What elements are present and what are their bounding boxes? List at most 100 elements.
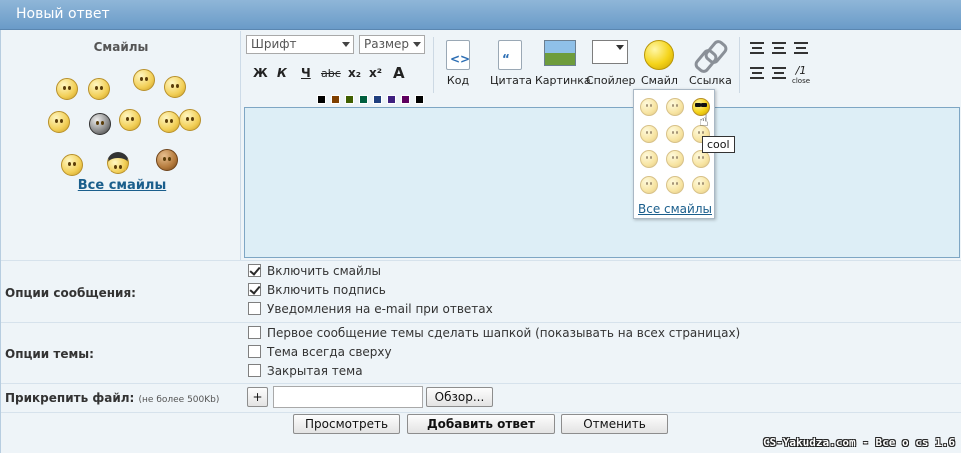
file-path-input[interactable] [273, 386, 423, 408]
font-select[interactable]: Шрифт [246, 35, 354, 54]
checkbox[interactable] [248, 364, 261, 377]
checkbox[interactable] [248, 345, 261, 358]
picture-button[interactable]: Картинка [535, 40, 591, 87]
chevron-down-icon [413, 42, 421, 47]
preview-button[interactable]: Просмотреть [293, 414, 400, 434]
color-swatch[interactable] [401, 95, 410, 104]
smiley-icon[interactable] [133, 69, 155, 91]
quote-button[interactable]: “ Цитата [490, 40, 532, 87]
smiley-icon[interactable] [88, 78, 110, 100]
smiley-icon[interactable] [640, 98, 658, 116]
code-icon: <> [446, 40, 470, 70]
message-textarea[interactable] [244, 107, 960, 258]
option-label: Уведомления на e-mail при ответах [267, 302, 493, 316]
page-title: Новый ответ [16, 6, 110, 22]
smiley-icon[interactable] [640, 150, 658, 168]
option-label: Тема всегда сверху [267, 345, 392, 359]
smiley-icon[interactable] [61, 154, 83, 176]
color-swatch[interactable] [387, 95, 396, 104]
smile-popup: Все смайлы [633, 89, 715, 219]
smile-label: Смайл [641, 74, 678, 87]
checkbox[interactable] [248, 264, 261, 277]
smiley-icon[interactable] [89, 113, 111, 135]
code-button[interactable]: <> Код [443, 40, 473, 87]
link-button[interactable]: Ссылка [689, 40, 732, 87]
color-swatch[interactable] [359, 95, 368, 104]
sticky-topic-option[interactable]: Тема всегда сверху [248, 345, 392, 359]
link-label: Ссылка [689, 74, 732, 87]
color-swatch[interactable] [317, 95, 326, 104]
picture-icon [544, 40, 576, 66]
color-swatch[interactable] [415, 95, 424, 104]
subscript-button[interactable]: x₂ [348, 66, 361, 80]
smiley-icon[interactable] [666, 98, 684, 116]
smiley-icon[interactable] [56, 78, 78, 100]
pin-first-post-option[interactable]: Первое сообщение темы сделать шапкой (по… [248, 326, 740, 340]
spoiler-button[interactable]: Спойлер [586, 40, 636, 87]
all-smiles-link[interactable]: Все смайлы [1, 178, 243, 193]
color-swatch[interactable] [331, 95, 340, 104]
indent-icon[interactable] [750, 67, 764, 79]
smiley-icon[interactable] [107, 152, 129, 174]
smiles-panel: Смайлы Все смайлы [1, 31, 241, 260]
smiley-icon[interactable] [640, 176, 658, 194]
page-header: Новый ответ [0, 0, 961, 30]
checkbox[interactable] [248, 283, 261, 296]
smiley-icon[interactable] [666, 176, 684, 194]
quote-label: Цитата [490, 74, 532, 87]
size-select-value: Размер [364, 37, 410, 51]
checkbox[interactable] [248, 302, 261, 315]
enable-smiles-option[interactable]: Включить смайлы [248, 264, 381, 278]
close-tags-label: close [792, 77, 811, 85]
smiley-icon[interactable] [666, 150, 684, 168]
italic-button[interactable]: К [277, 66, 287, 80]
smile-button[interactable]: Смайл [641, 40, 678, 87]
smiley-icon[interactable] [666, 125, 684, 143]
align-left-icon[interactable] [750, 42, 764, 54]
smiley-icon[interactable] [48, 111, 70, 133]
smiley-icon [644, 40, 674, 70]
bold-button[interactable]: Ж [253, 66, 268, 80]
smiley-icon[interactable] [692, 176, 710, 194]
size-select[interactable]: Размер [359, 35, 425, 54]
closed-topic-option[interactable]: Закрытая тема [248, 364, 363, 378]
smiley-icon[interactable] [164, 76, 186, 98]
chevron-down-icon [342, 42, 350, 47]
toolbar-divider [433, 37, 434, 93]
browse-button[interactable]: Обзор... [426, 387, 493, 407]
justify-icon[interactable] [772, 67, 786, 79]
topic-options-label: Опции темы: [5, 347, 94, 361]
smiley-icon[interactable] [156, 149, 178, 171]
cancel-button[interactable]: Отменить [561, 414, 668, 434]
quote-icon: “ [498, 40, 522, 70]
watermark: CS-Yakudza.com - Все о cs 1.6 [762, 436, 955, 449]
smiles-panel-title: Смайлы [93, 40, 149, 54]
spoiler-icon [592, 40, 628, 64]
superscript-button[interactable]: x² [369, 66, 382, 80]
add-file-button[interactable]: + [247, 387, 268, 407]
underline-button[interactable]: Ч [301, 66, 311, 80]
align-center-icon[interactable] [772, 42, 786, 54]
picture-label: Картинка [535, 74, 591, 87]
option-label: Первое сообщение темы сделать шапкой (по… [267, 326, 741, 340]
color-swatch[interactable] [345, 95, 354, 104]
email-notify-option[interactable]: Уведомления на e-mail при ответах [248, 302, 493, 316]
attach-hint: (не более 500Kb) [138, 395, 220, 405]
strike-button[interactable]: abc [321, 67, 341, 80]
code-label: Код [446, 74, 470, 87]
color-swatch[interactable] [373, 95, 382, 104]
smiley-icon[interactable] [158, 111, 180, 133]
smiley-icon[interactable] [179, 109, 201, 131]
spoiler-label: Спойлер [586, 74, 636, 87]
attach-label: Прикрепить файл: (не более 500Kb) [5, 391, 219, 405]
message-options-label: Опции сообщения: [5, 286, 136, 300]
popup-all-smiles-link[interactable]: Все смайлы [634, 202, 716, 216]
checkbox[interactable] [248, 326, 261, 339]
font-color-button[interactable]: A [393, 64, 405, 82]
smiley-icon[interactable] [640, 125, 658, 143]
submit-button[interactable]: Добавить ответ [407, 414, 555, 434]
close-tags-button[interactable]: /1 close [792, 64, 810, 85]
enable-signature-option[interactable]: Включить подпись [248, 283, 386, 297]
align-right-icon[interactable] [794, 42, 808, 54]
smiley-icon[interactable] [119, 109, 141, 131]
